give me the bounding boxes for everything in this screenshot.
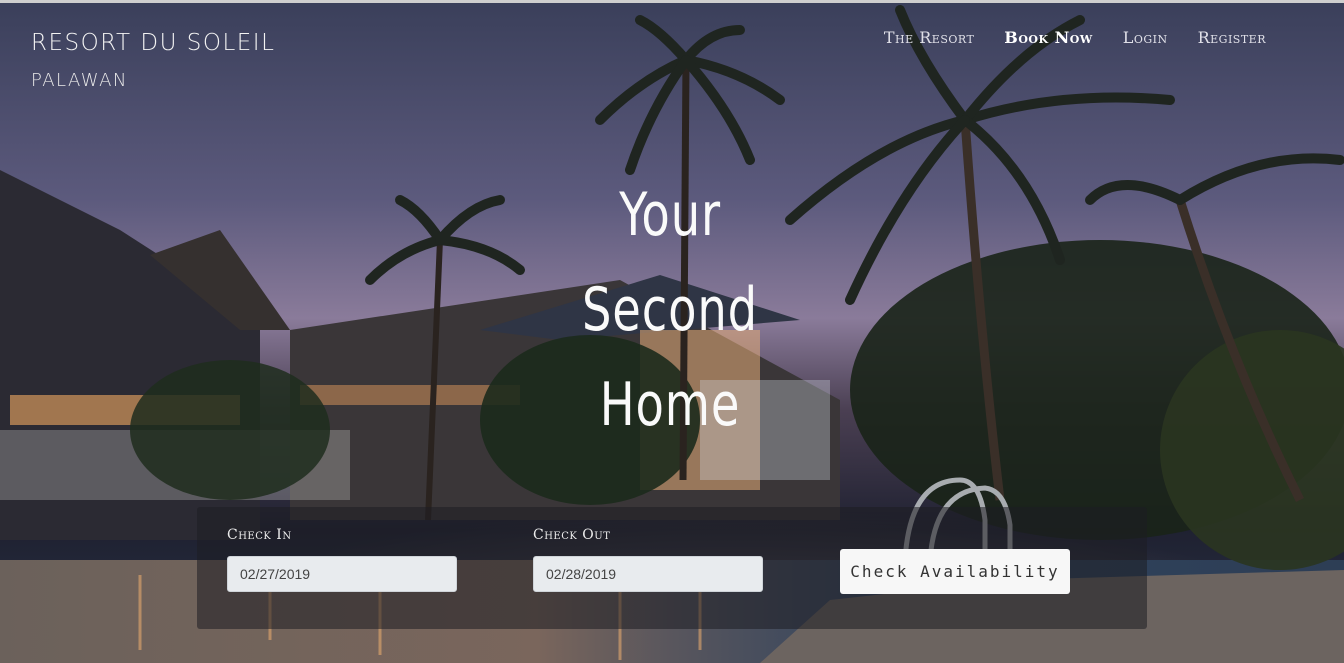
nav-book-now[interactable]: Book Now <box>1004 28 1092 47</box>
brand-name[interactable]: RESORT DU SOLEIL <box>31 30 275 56</box>
nav-register[interactable]: Register <box>1198 28 1266 47</box>
check-in-label: Check In <box>227 527 292 543</box>
tagline-line-3: Home <box>599 370 741 440</box>
booking-form: Check In 02/27/2019 Check Out 02/28/2019… <box>197 507 1147 629</box>
nav-the-resort[interactable]: The Resort <box>884 28 974 47</box>
check-out-date-input[interactable]: 02/28/2019 <box>533 556 763 592</box>
brand[interactable]: RESORT DU SOLEIL PALAWAN <box>31 30 275 91</box>
tagline-line-1: Your <box>619 180 721 250</box>
top-border <box>0 0 1344 3</box>
tagline-line-2: Second <box>581 275 759 345</box>
check-availability-button[interactable]: Check Availability <box>840 549 1070 594</box>
check-in-date-input[interactable]: 02/27/2019 <box>227 556 457 592</box>
hero-tagline: Your Second Home <box>558 168 782 453</box>
brand-location: PALAWAN <box>31 70 128 91</box>
nav-login[interactable]: Login <box>1123 28 1168 47</box>
main-nav: The Resort Book Now Login Register <box>884 28 1266 47</box>
check-out-label: Check Out <box>533 527 611 543</box>
